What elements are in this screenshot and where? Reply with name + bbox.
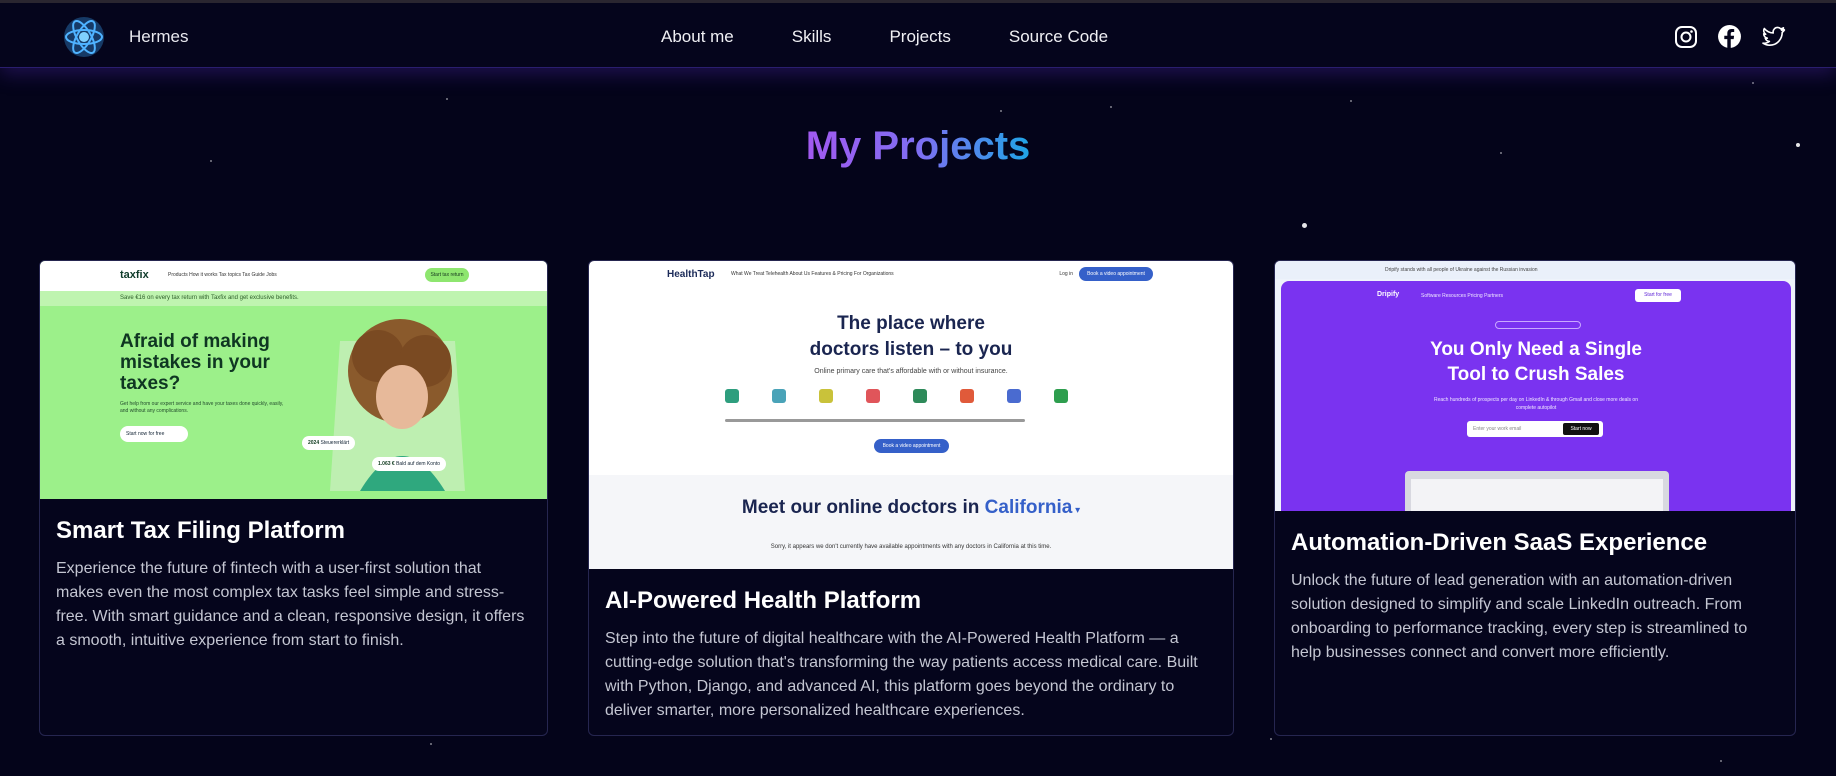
preview-sub: Reach hundreds of prospects per day on L…	[1433, 397, 1638, 411]
preview-headline: Afraid of making mistakes in your taxes?	[120, 331, 270, 394]
nav-link-source-code[interactable]: Source Code	[1009, 27, 1108, 47]
scroll-bar	[725, 419, 1025, 422]
preview-headline: The place where doctors listen – to you	[589, 311, 1233, 363]
badge-amount-label: Bald auf dem Konto	[396, 461, 440, 467]
preview-cta: Start tax return	[425, 268, 469, 282]
project-title: Smart Tax Filing Platform	[56, 517, 345, 544]
preview-logo: Dripify	[1377, 291, 1400, 298]
preview-sorry: Sorry, it appears we don't currently hav…	[770, 544, 1052, 550]
badge-year-value: 2024	[308, 440, 320, 446]
project-description: Step into the future of digital healthca…	[605, 630, 1198, 719]
preview-topbar: Dripify stands with all people of Ukrain…	[1275, 261, 1795, 279]
project-preview-image[interactable]: Dripify stands with all people of Ukrain…	[1275, 261, 1795, 511]
preview-logo: HealthTap	[667, 269, 715, 280]
twitter-icon[interactable]	[1762, 26, 1786, 48]
preview-links: Software Resources Pricing Partners	[1421, 293, 1503, 299]
preview-sub: Get help from our expert service and hav…	[120, 401, 284, 414]
main-menu: About me Skills Projects Source Code	[661, 27, 1108, 47]
project-preview-image[interactable]: HealthTap What We Treat Telehealth About…	[589, 261, 1233, 569]
dashboard-mockup	[1405, 471, 1669, 511]
preview-pill	[1495, 321, 1581, 329]
preview-book-button: Book a video appointment	[1079, 267, 1153, 281]
project-title: Automation-Driven SaaS Experience	[1291, 529, 1708, 556]
badge-amount-value: 1.063 €	[378, 461, 395, 467]
project-description: Experience the future of fintech with a …	[56, 560, 525, 649]
preview-headline: You Only Need a Single Tool to Crush Sal…	[1281, 337, 1791, 387]
nav-link-skills[interactable]: Skills	[792, 27, 832, 47]
preview-email-button: Start now	[1563, 423, 1599, 435]
project-title: AI-Powered Health Platform	[605, 587, 922, 614]
preview-headline-2: doctors listen – to you	[809, 339, 1013, 360]
preview-sub: Online primary care that's affordable wi…	[814, 368, 1008, 375]
preview-state: California	[984, 497, 1073, 518]
preview-headline-1: The place where	[837, 313, 985, 334]
preview-meet-text: Meet our online doctors in	[741, 497, 980, 518]
atom-logo-icon[interactable]	[62, 15, 106, 59]
brand-name[interactable]: Hermes	[129, 27, 189, 47]
nav-link-projects[interactable]: Projects	[889, 27, 950, 47]
nav-link-about[interactable]: About me	[661, 27, 734, 47]
preview-headline-1: You Only Need a Single	[1430, 339, 1642, 360]
project-card-saas[interactable]: Dripify stands with all people of Ukrain…	[1274, 260, 1796, 736]
preview-meet-heading: Meet our online doctors in California ▾	[589, 497, 1233, 519]
preview-start-button: Start for free	[1635, 289, 1681, 302]
project-preview-image[interactable]: taxfix Products How it works Tax topics …	[40, 261, 547, 499]
project-card-health[interactable]: HealthTap What We Treat Telehealth About…	[588, 260, 1234, 736]
project-description: Unlock the future of lead generation wit…	[1291, 572, 1748, 661]
preview-logo: taxfix	[120, 269, 149, 281]
preview-links: What We Treat Telehealth About Us Featur…	[731, 271, 894, 277]
badge-year-label: Steuererklärt	[320, 440, 350, 446]
top-navbar: Hermes About me Skills Projects Source C…	[0, 0, 1836, 68]
badge-amount: 1.063 € Bald auf dem Konto	[372, 457, 446, 471]
preview-login: Log in	[1059, 271, 1073, 277]
facebook-icon[interactable]	[1717, 24, 1742, 49]
preview-strip: Save €16 on every tax return with Taxfix…	[40, 291, 547, 306]
preview-headline-2: Tool to Crush Sales	[1447, 364, 1625, 385]
badge-year: 2024 Steuererklärt	[302, 436, 356, 450]
project-card-tax[interactable]: taxfix Products How it works Tax topics …	[39, 260, 548, 736]
preview-book-button-2: Book a video appointment	[874, 439, 949, 453]
page-title: My Projects	[805, 124, 1031, 168]
chevron-down-icon: ▾	[1072, 505, 1081, 516]
instagram-icon[interactable]	[1674, 25, 1698, 49]
preview-start-button: Start now for free	[120, 426, 188, 442]
preview-links: Products How it works Tax topics Tax Gui…	[168, 272, 277, 278]
